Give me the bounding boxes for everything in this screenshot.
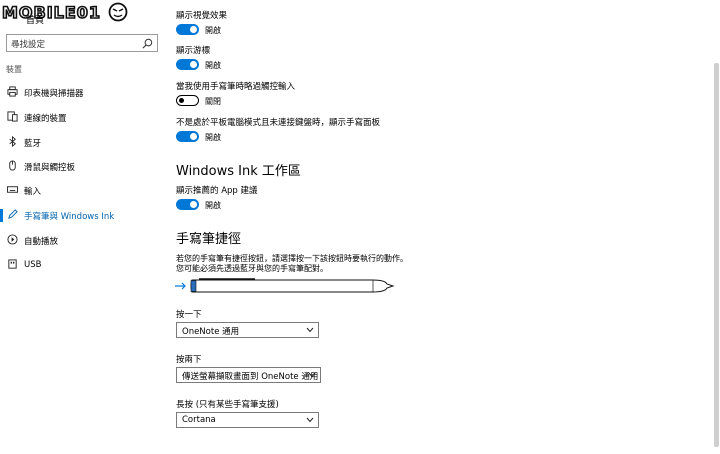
option-label-handwriting-panel: 不是處於平板電腦模式且未連接鍵盤時，顯示手寫面板 (176, 118, 381, 128)
sidebar-item-label: 自動播放 (24, 237, 59, 247)
sidebar-item-usb[interactable]: USB (0, 255, 165, 275)
search-icon[interactable] (142, 38, 153, 49)
toggle-app-suggestions[interactable] (176, 199, 199, 210)
toggle-state-text: 開啟 (205, 133, 221, 142)
dropdown-value: Cortana (182, 415, 216, 425)
main-content: 顯示視覺效果 開啟 顯示游標 開啟 當我使用手寫筆時略過觸控輸入 關閉 不是處於… (165, 0, 720, 454)
arrow-right-icon (175, 282, 186, 290)
mouse-icon (9, 160, 16, 171)
chevron-down-icon (306, 417, 314, 423)
sidebar-item-label: USB (24, 260, 42, 270)
section-title-devices: 裝置 (6, 65, 22, 74)
sidebar-item-autoplay[interactable]: 自動播放 (0, 230, 165, 250)
sidebar-item-label: 輸入 (24, 187, 42, 197)
keyboard-icon (7, 186, 18, 193)
sidebar-item-typing[interactable]: 輸入 (0, 180, 165, 200)
toggle-state-text: 開啟 (205, 61, 221, 70)
dropdown-value: 傳送螢幕擷取畫面到 OneNote 通用 (182, 372, 319, 382)
pen-illustration (175, 278, 395, 293)
dropdown-label-double-click: 按兩下 (176, 355, 202, 365)
toggle-visual-effects[interactable] (176, 24, 199, 35)
bluetooth-icon (9, 136, 16, 147)
chevron-down-icon (306, 327, 314, 333)
sidebar-item-label: 印表機與掃描器 (24, 89, 84, 99)
shortcut-description-line2: 您可能必須先透過藍牙與您的手寫筆配對。 (176, 264, 328, 273)
sidebar-item-label: 藍牙 (24, 139, 42, 149)
search-input[interactable]: 尋找設定 (11, 38, 45, 50)
toggle-show-cursor[interactable] (176, 59, 199, 70)
sidebar-item-bluetooth[interactable]: 藍牙 (0, 132, 165, 152)
dropdown-label-press-hold: 長按 (只有某些手寫筆支援) (176, 400, 279, 410)
autoplay-icon (7, 234, 18, 245)
printer-icon (7, 86, 18, 97)
sidebar-item-pen-windows-ink[interactable]: 手寫筆與 Windows Ink (0, 205, 165, 225)
dropdown-press-hold[interactable]: Cortana (176, 412, 319, 428)
scrollbar[interactable] (713, 0, 720, 454)
option-label-app-suggestions: 顯示推薦的 App 建議 (176, 186, 258, 196)
toggle-handwriting-panel[interactable] (176, 131, 199, 142)
active-indicator (0, 209, 3, 222)
sidebar-item-mouse[interactable]: 滑鼠與觸控板 (0, 156, 165, 176)
dropdown-single-click[interactable]: OneNote 通用 (176, 322, 319, 338)
dropdown-double-click[interactable]: 傳送螢幕擷取畫面到 OneNote 通用 (176, 367, 321, 383)
mobile01-logo: MOBILE01 (1, 2, 128, 24)
shortcut-description-line1: 若您的手寫筆有捷徑按鈕，請選擇按一下該按鈕時要執行的動作。 (176, 254, 408, 263)
toggle-state-text: 關閉 (205, 97, 221, 106)
scrollbar-thumb[interactable] (714, 63, 719, 447)
search-box[interactable]: 尋找設定 (6, 34, 158, 52)
dropdown-label-single-click: 按一下 (176, 310, 202, 320)
dropdown-value: OneNote 通用 (182, 327, 240, 337)
sidebar-item-label: 滑鼠與觸控板 (24, 163, 76, 173)
home-link[interactable]: 首頁 (26, 13, 44, 26)
toggle-ignore-touch[interactable] (176, 95, 199, 106)
sidebar-item-label: 手寫筆與 Windows Ink (24, 212, 115, 222)
logo-text: MOBILE01 (1, 2, 102, 23)
toggle-state-text: 開啟 (205, 26, 221, 35)
sidebar-item-printers[interactable]: 印表機與掃描器 (0, 82, 165, 102)
sidebar: MOBILE01 首頁 尋找設定 裝置 印表機與掃描器 連線的裝置 藍牙 滑鼠與… (0, 0, 165, 454)
option-label-visual-effects: 顯示視覺效果 (176, 11, 228, 21)
sidebar-item-label: 連線的裝置 (24, 114, 67, 124)
connected-devices-icon (7, 111, 18, 122)
logo-mascot-icon (108, 2, 128, 22)
chevron-down-icon (308, 372, 316, 378)
heading-pen-shortcuts: 手寫筆捷徑 (176, 232, 242, 247)
option-label-show-cursor: 顯示游標 (176, 46, 211, 56)
sidebar-item-connected-devices[interactable]: 連線的裝置 (0, 107, 165, 127)
option-label-ignore-touch: 當我使用手寫筆時略過觸控輸入 (176, 82, 296, 92)
heading-windows-ink-workspace: Windows Ink 工作區 (176, 164, 301, 179)
toggle-state-text: 開啟 (205, 201, 221, 210)
pen-icon (8, 209, 18, 219)
usb-icon (8, 259, 17, 269)
